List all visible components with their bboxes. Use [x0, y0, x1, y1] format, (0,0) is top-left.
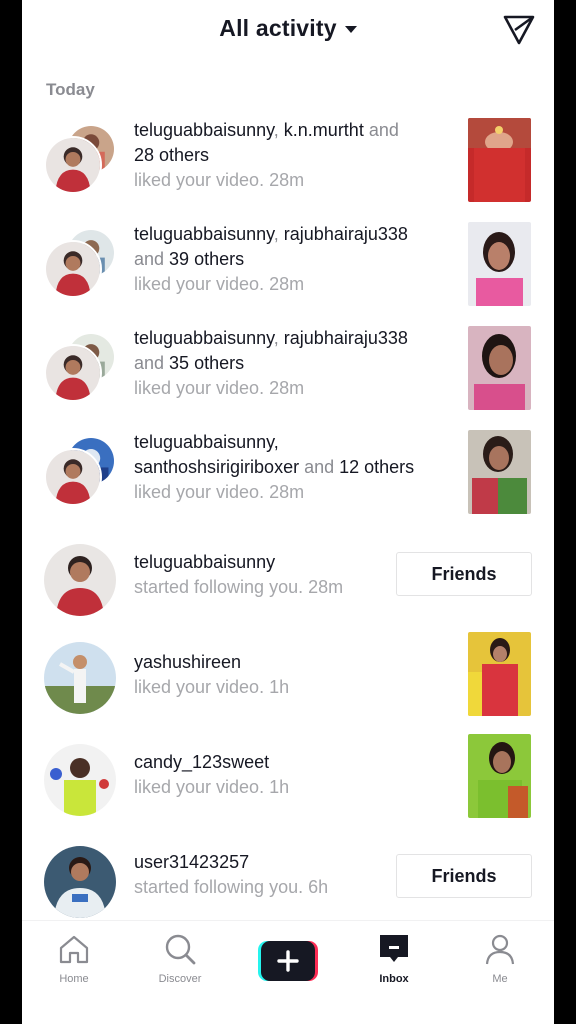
- username[interactable]: teluguabbaisunny,: [134, 432, 279, 452]
- tab-me[interactable]: Me: [470, 931, 530, 985]
- username[interactable]: teluguabbaisunny: [134, 224, 274, 244]
- search-icon: [165, 934, 196, 965]
- avatar: [44, 448, 102, 506]
- avatar: [44, 846, 116, 918]
- activity-screen: All activity Today teluguabbaisunny, k.n…: [22, 0, 554, 1024]
- activity-action: liked your video.: [134, 677, 265, 697]
- others-count[interactable]: 39 others: [169, 249, 244, 269]
- avatar-wrap[interactable]: [44, 540, 118, 616]
- activity-text: yashushireen liked your video. 1h: [134, 650, 464, 700]
- activity-text: teluguabbaisunny, santhoshsirigiriboxer …: [134, 430, 464, 505]
- profile-icon: [485, 934, 515, 965]
- timestamp: 28m: [264, 482, 305, 502]
- tab-discover[interactable]: Discover: [150, 931, 210, 985]
- activity-text: candy_123sweet liked your video. 1h: [134, 750, 464, 800]
- timestamp: 28m: [303, 577, 344, 597]
- avatar: [44, 240, 102, 298]
- timestamp: 28m: [264, 170, 305, 190]
- username[interactable]: yashushireen: [134, 652, 241, 672]
- list-item[interactable]: yashushireen liked your video. 1h: [22, 632, 554, 732]
- username[interactable]: santhoshsirigiriboxer: [134, 457, 299, 477]
- separator: ,: [273, 120, 284, 140]
- activity-action: started following you.: [134, 877, 304, 897]
- home-icon: [59, 935, 89, 964]
- friends-button[interactable]: Friends: [396, 854, 532, 898]
- inbox-icon: [380, 935, 408, 962]
- others-count[interactable]: 12 others: [339, 457, 414, 477]
- avatar-group[interactable]: [44, 124, 118, 198]
- avatar: [44, 642, 116, 714]
- activity-text: teluguabbaisunny, rajubhairaju338 and 35…: [134, 326, 464, 401]
- bottom-nav: Home Discover Inbox Me: [22, 920, 554, 1004]
- timestamp: 1h: [264, 777, 290, 797]
- avatar-group[interactable]: [44, 228, 118, 302]
- tab-label: Discover: [158, 973, 202, 985]
- dropdown-caret-icon[interactable]: [344, 26, 357, 33]
- username[interactable]: k.n.murtht: [284, 120, 364, 140]
- avatar-wrap[interactable]: [44, 638, 118, 714]
- conjunction: and: [299, 457, 340, 477]
- video-thumbnail[interactable]: [468, 632, 531, 716]
- avatar: [44, 136, 102, 194]
- list-item[interactable]: teluguabbaisunny, santhoshsirigiriboxer …: [22, 430, 554, 530]
- avatar: [44, 744, 116, 816]
- separator: ,: [273, 328, 284, 348]
- avatar-wrap[interactable]: [44, 842, 118, 918]
- video-thumbnail[interactable]: [468, 734, 531, 818]
- activity-text: teluguabbaisunny, rajubhairaju338 and 39…: [134, 222, 464, 297]
- conjunction: and: [134, 249, 170, 269]
- friends-button[interactable]: Friends: [396, 552, 532, 596]
- username[interactable]: candy_123sweet: [134, 752, 269, 772]
- avatar: [44, 344, 102, 402]
- username[interactable]: teluguabbaisunny: [134, 120, 274, 140]
- username[interactable]: rajubhairaju338: [284, 328, 408, 348]
- activity-action: liked your video.: [134, 482, 265, 502]
- list-item[interactable]: teluguabbaisunny, rajubhairaju338 and 35…: [22, 326, 554, 426]
- section-label-today: Today: [46, 80, 95, 99]
- username[interactable]: rajubhairaju338: [284, 224, 408, 244]
- activity-action: liked your video.: [134, 777, 265, 797]
- header: All activity: [22, 0, 554, 56]
- video-thumbnail[interactable]: [468, 326, 531, 410]
- list-item[interactable]: teluguabbaisunny, k.n.murtht and 28 othe…: [22, 118, 554, 218]
- activity-text: teluguabbaisunny, k.n.murtht and 28 othe…: [134, 118, 464, 193]
- timestamp: 28m: [264, 274, 305, 294]
- list-item[interactable]: candy_123sweet liked your video. 1h: [22, 734, 554, 834]
- avatar-group[interactable]: [44, 436, 118, 510]
- video-thumbnail[interactable]: [468, 222, 531, 306]
- avatar-wrap[interactable]: [44, 740, 118, 816]
- username[interactable]: user31423257: [134, 852, 249, 872]
- timestamp: 28m: [264, 378, 305, 398]
- tab-label: Me: [492, 973, 508, 985]
- video-thumbnail[interactable]: [468, 430, 531, 514]
- create-plus-icon[interactable]: [258, 941, 318, 981]
- tab-label: Inbox: [379, 973, 409, 985]
- separator: ,: [273, 224, 284, 244]
- activity-action: liked your video.: [134, 378, 265, 398]
- activity-action: liked your video.: [134, 170, 265, 190]
- tab-inbox[interactable]: Inbox: [364, 931, 424, 985]
- others-count[interactable]: 28 others: [134, 145, 209, 165]
- avatar: [44, 544, 116, 616]
- others-count[interactable]: 35 others: [169, 353, 244, 373]
- conjunction: and: [363, 120, 399, 140]
- send-icon[interactable]: [502, 12, 536, 46]
- video-thumbnail[interactable]: [468, 118, 531, 202]
- list-item[interactable]: teluguabbaisunny started following you. …: [22, 534, 554, 634]
- activity-action: liked your video.: [134, 274, 265, 294]
- avatar-group[interactable]: [44, 332, 118, 406]
- tab-label: Home: [59, 973, 89, 985]
- tab-home[interactable]: Home: [44, 931, 104, 985]
- conjunction: and: [134, 353, 170, 373]
- timestamp: 6h: [303, 877, 329, 897]
- activity-action: started following you.: [134, 577, 304, 597]
- username[interactable]: teluguabbaisunny: [134, 328, 274, 348]
- list-item[interactable]: teluguabbaisunny, rajubhairaju338 and 39…: [22, 222, 554, 322]
- timestamp: 1h: [264, 677, 290, 697]
- page-title[interactable]: All activity: [219, 15, 336, 42]
- username[interactable]: teluguabbaisunny: [134, 552, 275, 572]
- home-indicator-area: [22, 1004, 554, 1024]
